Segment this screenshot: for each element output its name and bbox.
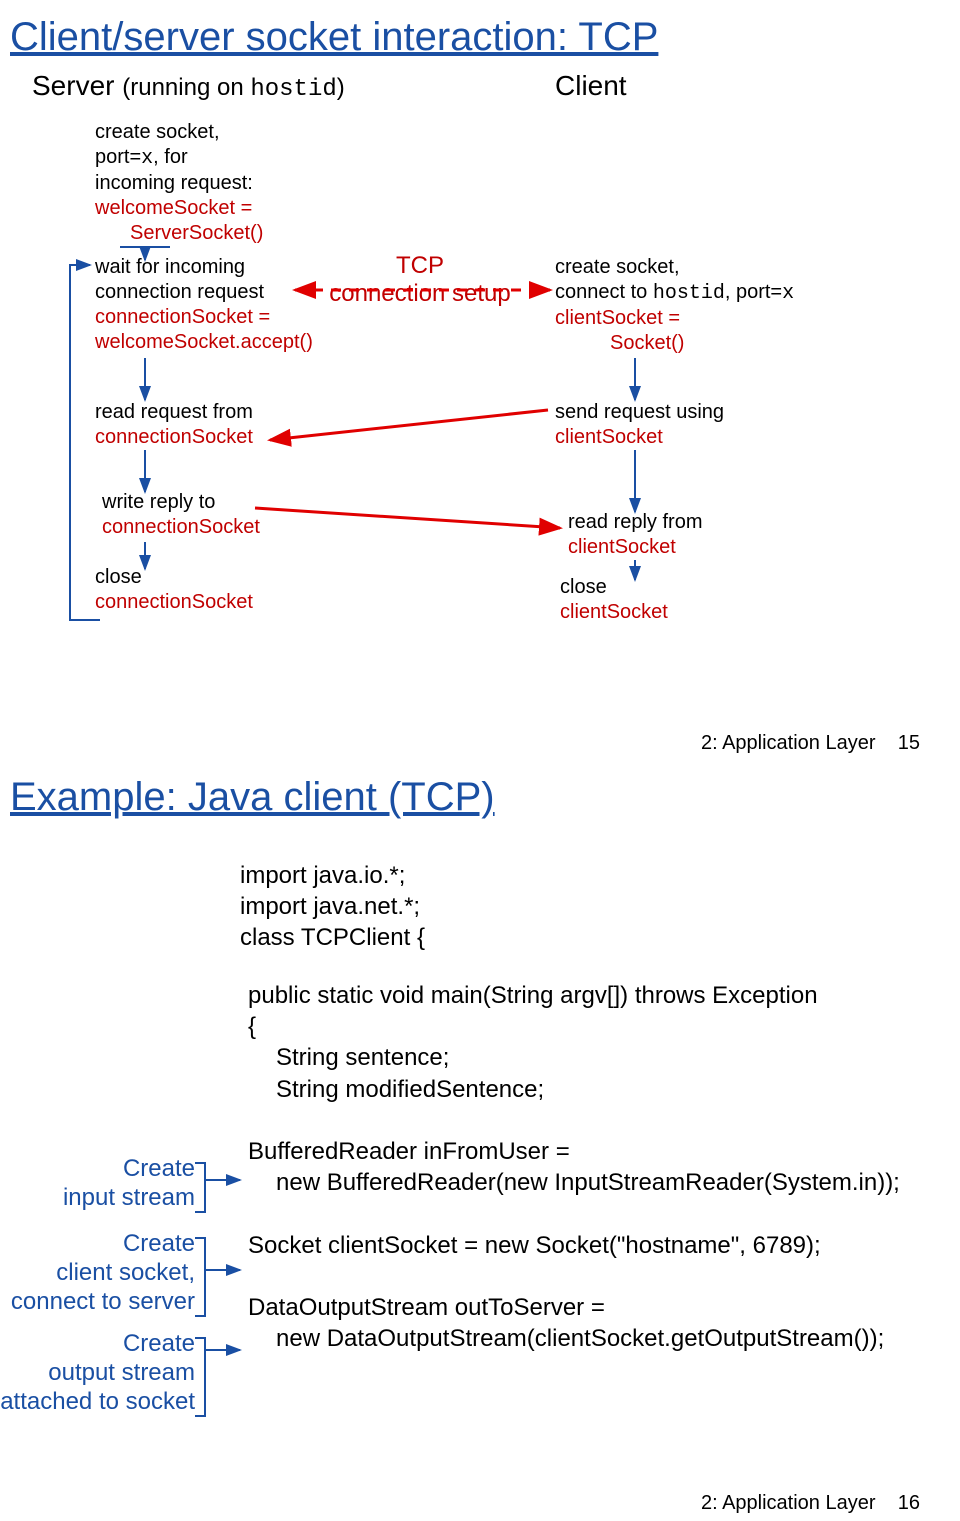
welcome-l1: create socket, (95, 121, 220, 143)
cc-l3: clientSocket = (555, 307, 680, 329)
a2-l3: connect to server (11, 1288, 195, 1315)
code-mid-block: public static void main(String argv[]) t… (248, 980, 960, 1354)
readrep-l2: clientSocket (568, 536, 676, 558)
cc-l2x: x (782, 282, 794, 305)
footer1-label: 2: Application Layer (701, 732, 876, 754)
a3-l1: Create (123, 1330, 195, 1357)
cb3-l1: Socket clientSocket = new Socket("hostna… (248, 1232, 821, 1259)
cm-l3: String sentence; (248, 1044, 449, 1071)
server-heading-pre: Server (32, 70, 122, 101)
cm-l4: String modifiedSentence; (248, 1076, 544, 1103)
server-heading-hostid: hostid (250, 76, 336, 103)
code-top-block: import java.io.*; import java.net.*; cla… (240, 860, 425, 954)
footer2-num: 16 (898, 1492, 920, 1514)
closec-l1: close (560, 576, 607, 598)
welcome-socket-box: create socket, port=x, for incoming requ… (95, 120, 375, 246)
close-client-box: close clientSocket (560, 575, 820, 625)
cc-l4: Socket() (555, 332, 684, 354)
tcp-setup-label: TCP connection setup (295, 252, 545, 308)
wait-l2: connection request (95, 281, 264, 303)
footer1-num: 15 (898, 732, 920, 754)
footer-1: 2: Application Layer 15 (701, 732, 920, 755)
write-l2: connectionSocket (102, 516, 260, 538)
server-heading-open: (running on (122, 74, 250, 101)
readrep-l1: read reply from (568, 511, 703, 533)
welcome-l3: incoming request: (95, 172, 253, 194)
closes-l2: connectionSocket (95, 591, 253, 613)
slide-2: Example: Java client (TCP) import java.i… (0, 760, 960, 1520)
wait-l1: wait for incoming (95, 256, 245, 278)
cb4-l1: DataOutputStream outToServer = (248, 1294, 605, 1321)
a2-l1: Create (123, 1230, 195, 1257)
welcome-l2b: , for (153, 146, 187, 168)
ct-l1: import java.io.*; (240, 862, 405, 889)
closec-l2: clientSocket (560, 601, 668, 623)
client-heading: Client (555, 70, 627, 102)
footer-2: 2: Application Layer 16 (701, 1492, 920, 1515)
ct-l2: import java.net.*; (240, 893, 420, 920)
welcome-l4b: ServerSocket() (95, 222, 263, 244)
read-reply-box: read reply from clientSocket (568, 510, 828, 560)
readreq-l1: read request from (95, 401, 253, 423)
cb4-l2: new DataOutputStream(clientSocket.getOut… (248, 1325, 884, 1352)
readreq-l2: connectionSocket (95, 426, 253, 448)
a3-l3: attached to socket (0, 1388, 195, 1415)
wait-l4: welcomeSocket.accept() (95, 331, 313, 353)
slide1-arrows-overlay (0, 0, 960, 760)
a2-l2: client socket, (56, 1259, 195, 1286)
welcome-l4a: welcomeSocket = (95, 197, 252, 219)
cb2-l2: new BufferedReader(new InputStreamReader… (248, 1169, 900, 1196)
a1-l2: input stream (63, 1184, 195, 1211)
cm-l2: { (248, 1013, 256, 1040)
closes-l1: close (95, 566, 142, 588)
cm-l1: public static void main(String argv[]) t… (248, 982, 818, 1009)
ct-l3: class TCPClient { (240, 924, 425, 951)
annotation-client-socket: Create client socket, connect to server (0, 1230, 195, 1316)
cc-l2hostid: hostid (653, 282, 725, 305)
footer2-label: 2: Application Layer (701, 1492, 876, 1514)
annotation-input-stream: Create input stream (0, 1155, 195, 1213)
server-heading: Server (running on hostid) (32, 70, 345, 103)
write-reply-box: write reply to connectionSocket (102, 490, 362, 540)
a1-l1: Create (123, 1155, 195, 1182)
welcome-l2a: port= (95, 146, 141, 168)
cc-l1: create socket, (555, 256, 680, 278)
client-create-box: create socket, connect to hostid, port=x… (555, 255, 875, 356)
slide1-title: Client/server socket interaction: TCP (10, 15, 950, 60)
tcp-l1: TCP (396, 252, 444, 279)
cb2-l1: BufferedReader inFromUser = (248, 1138, 570, 1165)
a3-l2: output stream (48, 1359, 195, 1386)
read-request-box: read request from connectionSocket (95, 400, 355, 450)
annotation-output-stream: Create output stream attached to socket (0, 1330, 195, 1416)
server-heading-close: ) (337, 74, 345, 101)
welcome-l2x: x (141, 147, 153, 170)
tcp-l2: connection setup (329, 280, 510, 307)
cc-l2b: , port= (725, 281, 782, 303)
cc-l2a: connect to (555, 281, 653, 303)
send-request-box: send request using clientSocket (555, 400, 815, 450)
close-server-box: close connectionSocket (95, 565, 355, 615)
wait-l3: connectionSocket = (95, 306, 270, 328)
slide-1: Client/server socket interaction: TCP Se… (0, 0, 960, 760)
write-l1: write reply to (102, 491, 215, 513)
slide2-title: Example: Java client (TCP) (10, 775, 950, 820)
sendreq-l2: clientSocket (555, 426, 663, 448)
sendreq-l1: send request using (555, 401, 724, 423)
